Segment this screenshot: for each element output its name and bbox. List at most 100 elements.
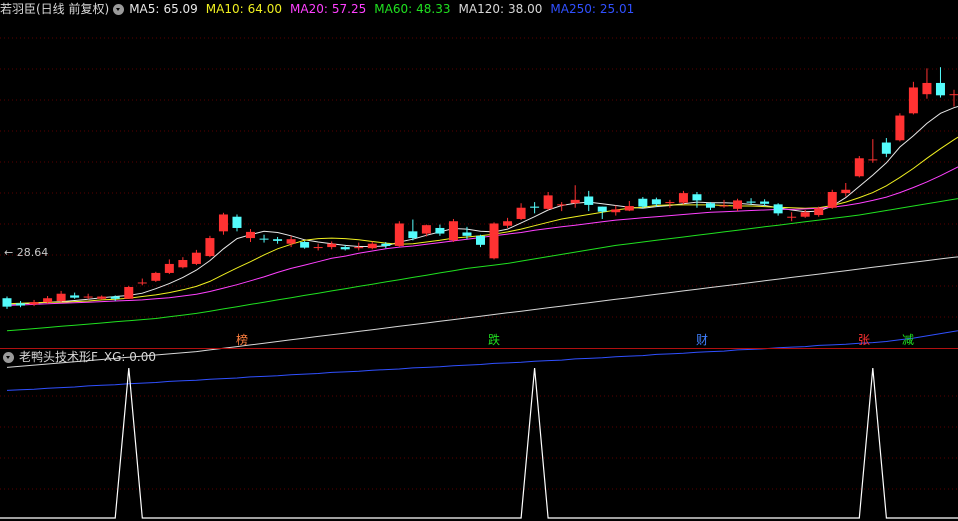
candle [827,189,837,209]
ma-legend-name: MA60: [374,2,413,16]
candle-body-up [313,247,323,249]
candle-body-up [719,205,729,207]
ma-legend-value: 25.01 [599,2,635,16]
chart-stage: 榜跌财张减 [0,37,958,519]
candle-body-up [394,223,404,246]
candle [530,202,540,214]
candle [137,278,147,286]
candle [448,218,458,243]
candle [516,203,526,221]
candle [151,271,161,282]
candle-body-down [692,194,702,201]
candle [327,241,337,250]
candle-body-up [827,191,837,208]
candle-body-down [16,303,26,306]
candle-body-up [868,159,878,161]
xg-signal-line [0,367,958,519]
indicator-header: 老鸭头技术形F XG: 0.00 [0,348,156,366]
candle-body-down [2,298,12,307]
candle-body-up [367,243,377,249]
candle-body-up [327,243,337,248]
candle [246,229,256,243]
candle-body-down [773,204,783,214]
candle-body-down [110,296,120,299]
candle-body-up [733,200,743,209]
candle [908,81,918,115]
candle [773,203,783,216]
candle [259,234,269,243]
candle-body-down [476,235,485,245]
candle [435,224,445,236]
ma-legend-ma120: MA120: 38.00 [459,2,543,16]
candle-body-up [97,296,107,299]
candle-body-down [232,216,242,228]
candle [2,296,12,309]
candle [719,199,729,208]
candle-body-down [408,231,418,239]
candle-body-up [665,202,675,204]
candle-body-up [124,286,134,299]
candle-body-up [191,252,201,264]
candle [164,259,174,275]
candle [881,138,891,158]
candle [300,240,310,249]
indicator-title: 老鸭头技术形F [19,350,98,364]
candle [218,212,228,235]
ma-legend-name: MA10: [205,2,244,16]
candle-body-up [624,206,634,211]
ma-legend: MA5: 65.09 MA10: 64.00 MA20: 57.25 MA60: 48.33 M… [129,0,642,18]
candle-body-down [435,227,445,234]
candle-body-up [421,225,431,234]
candle-body-up [516,207,526,219]
indicator-signal [0,367,958,519]
candle-body-up [800,212,810,217]
chevron-down-icon[interactable] [3,351,14,363]
candle [949,89,958,107]
candle [584,190,594,212]
candle [97,295,107,300]
candlesticks [2,67,958,309]
candle [191,249,201,266]
ma-legend-value: 65.09 [163,2,198,16]
candle-body-up [286,239,296,244]
candle-body-up [611,209,621,213]
candle-body-up [218,214,228,232]
candle-body-up [448,221,458,241]
event-marker: 榜 [236,332,248,347]
candle-body-down [340,247,350,250]
candle [16,301,26,308]
candle-body-down [584,196,594,205]
candle [854,156,864,178]
chevron-down-icon[interactable] [113,3,125,15]
candle [638,197,648,209]
main-chart-header: 若羽臣(日线 前复权) MA5: 65.09 MA10: 64.00 MA20: 57.2… [0,0,642,18]
ma-legend-value: 48.33 [416,2,451,16]
candle-body-up [854,158,864,177]
ma-line-ma10 [6,136,958,305]
candle [124,285,134,299]
ma-legend-ma60: MA60: 48.33 [374,2,450,16]
candle [922,68,932,99]
candle-body-down [259,238,269,240]
candle-body-up [56,293,66,302]
candle-body-up [137,282,147,284]
candle-body-up [178,260,188,268]
ma-legend-ma10: MA10: 64.00 [206,2,282,16]
candle [56,290,66,303]
ma-legend-value: 38.00 [508,2,543,16]
candle [273,236,283,244]
ma-legend-name: MA20: [290,2,328,16]
candle-body-up [922,82,932,95]
main-chart-title: 若羽臣(日线 前复权) [0,2,110,16]
ma-line-ma60 [6,198,958,332]
candle [787,212,797,222]
candle [29,299,39,307]
candle [70,292,80,299]
ma-legend-ma5: MA5: 65.09 [129,2,198,16]
event-marker: 跌 [488,332,500,347]
candle-body-up [205,238,215,257]
candle [367,241,377,250]
candle [868,139,878,163]
candle-body-down [651,199,661,205]
candle [570,185,580,208]
